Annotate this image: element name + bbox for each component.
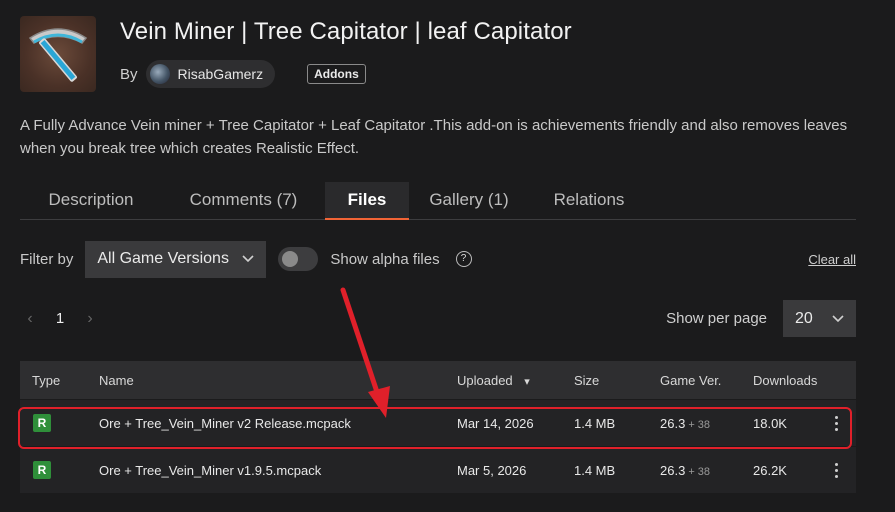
per-page-label: Show per page <box>666 310 767 327</box>
file-name-link[interactable]: Ore + Tree_Vein_Miner v1.9.5.mcpack <box>99 463 321 478</box>
pagination-bar: ‹ 1 › Show per page 20 <box>20 300 856 337</box>
tab-gallery[interactable]: Gallery (1) <box>409 182 529 220</box>
tab-bar: Description Comments (7) Files Gallery (… <box>20 182 856 220</box>
table-header: Type Name Uploaded ▾ Size Game Ver. Down… <box>20 361 856 399</box>
per-page-value: 20 <box>795 309 813 327</box>
game-version-value: All Game Versions <box>97 250 229 267</box>
clear-all-link[interactable]: Clear all <box>808 252 856 267</box>
game-version-more: + 38 <box>688 465 711 478</box>
byline: By RisabGamerz Addons <box>120 60 572 88</box>
download-count: 18.0K <box>753 415 787 431</box>
avatar <box>149 64 170 84</box>
table-row[interactable]: R Ore + Tree_Vein_Miner v1.9.5.mcpack Ma… <box>20 447 856 493</box>
tab-relations[interactable]: Relations <box>529 182 649 220</box>
release-type-badge: R <box>33 461 51 479</box>
next-page-icon[interactable]: › <box>80 310 100 328</box>
more-options-icon[interactable] <box>835 415 838 431</box>
pickaxe-icon <box>28 28 88 82</box>
sort-desc-icon: ▾ <box>524 375 530 388</box>
chevron-down-icon <box>242 255 254 263</box>
help-icon[interactable]: ? <box>455 251 472 267</box>
file-name-link[interactable]: Ore + Tree_Vein_Miner v2 Release.mcpack <box>99 416 351 431</box>
game-version[interactable]: 26.3 + 38 <box>660 416 710 431</box>
header-game-ver[interactable]: Game Ver. <box>660 373 721 388</box>
header-uploaded-label: Uploaded <box>457 372 513 388</box>
per-page-select[interactable]: 20 <box>783 300 856 337</box>
game-version-more: + 38 <box>688 418 711 431</box>
game-version-primary: 26.3 <box>660 415 686 431</box>
release-type-badge: R <box>33 414 51 432</box>
file-size: 1.4 MB <box>574 415 616 431</box>
prev-page-icon[interactable]: ‹ <box>20 310 40 328</box>
file-size: 1.4 MB <box>574 462 616 478</box>
project-logo <box>20 16 96 92</box>
game-version[interactable]: 26.3 + 38 <box>660 463 710 478</box>
header-uploaded[interactable]: Uploaded ▾ <box>457 373 530 388</box>
by-label: By <box>120 65 138 83</box>
header-downloads[interactable]: Downloads <box>753 373 817 388</box>
files-table: Type Name Uploaded ▾ Size Game Ver. Down… <box>20 361 856 493</box>
uploaded-date: Mar 14, 2026 <box>457 415 534 431</box>
project-header: Vein Miner | Tree Capitator | leaf Capit… <box>20 16 572 92</box>
current-page[interactable]: 1 <box>40 310 80 327</box>
author-name: RisabGamerz <box>177 66 264 82</box>
category-badge[interactable]: Addons <box>307 64 366 84</box>
game-version-primary: 26.3 <box>660 462 686 478</box>
uploaded-date: Mar 5, 2026 <box>457 462 527 478</box>
more-options-icon[interactable] <box>835 462 838 478</box>
filter-by-label: Filter by <box>20 250 74 268</box>
project-title: Vein Miner | Tree Capitator | leaf Capit… <box>120 18 572 45</box>
toggle-knob <box>282 251 299 267</box>
show-alpha-label: Show alpha files <box>330 250 440 268</box>
header-type[interactable]: Type <box>32 373 60 388</box>
author-link[interactable]: RisabGamerz <box>145 60 276 88</box>
header-name[interactable]: Name <box>99 373 134 388</box>
download-count: 26.2K <box>753 462 787 478</box>
tab-description[interactable]: Description <box>20 182 162 220</box>
header-size[interactable]: Size <box>574 373 599 388</box>
table-row[interactable]: R Ore + Tree_Vein_Miner v2 Release.mcpac… <box>20 400 856 446</box>
project-summary: A Fully Advance Vein miner + Tree Capita… <box>20 117 848 157</box>
filter-bar: Filter by All Game Versions Show alpha f… <box>20 240 856 278</box>
show-alpha-toggle[interactable] <box>278 247 319 271</box>
game-version-select[interactable]: All Game Versions <box>85 240 267 278</box>
tab-comments[interactable]: Comments (7) <box>162 182 325 220</box>
tab-files[interactable]: Files <box>325 182 409 220</box>
chevron-down-icon <box>832 314 844 322</box>
